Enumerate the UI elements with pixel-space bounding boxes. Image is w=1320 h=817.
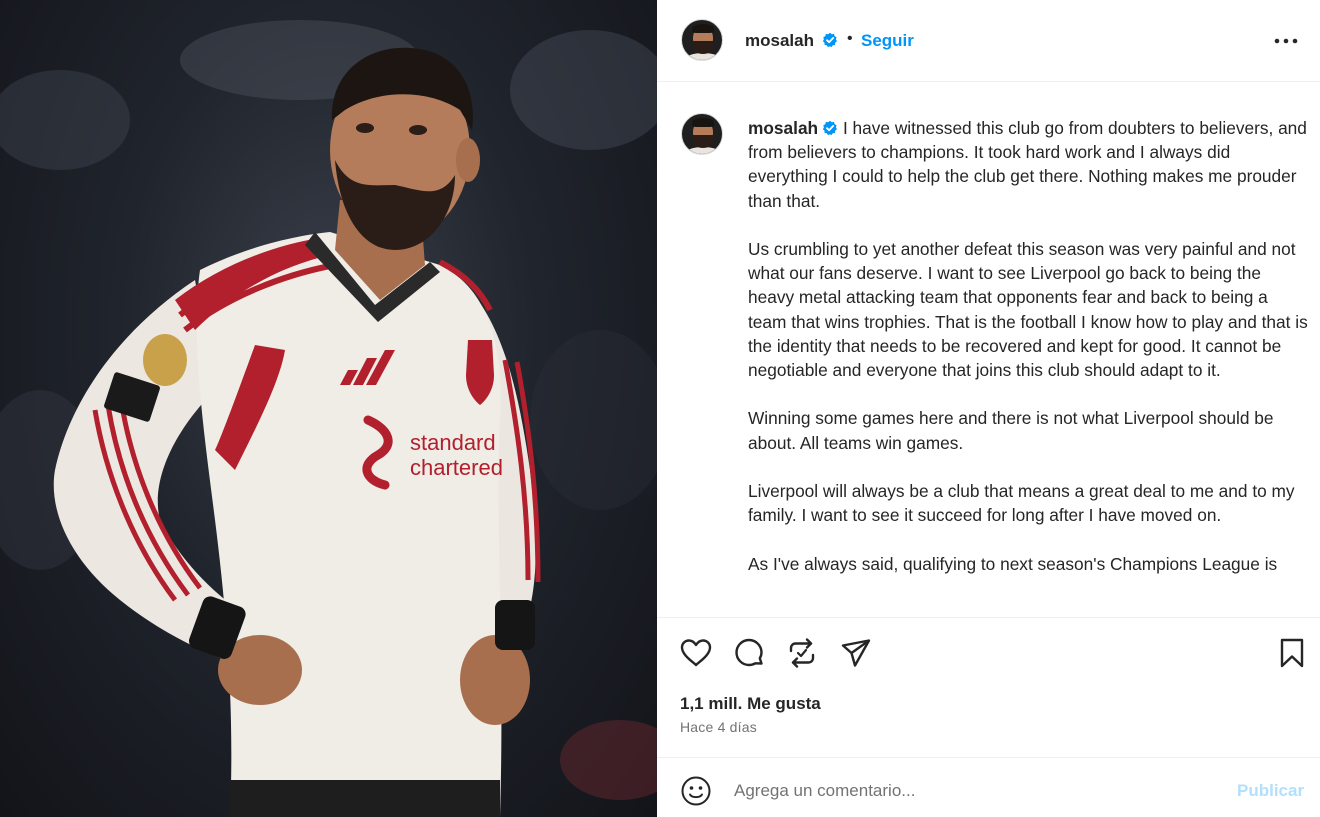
publish-button[interactable]: Publicar bbox=[1237, 781, 1304, 801]
caption-author-avatar[interactable] bbox=[681, 113, 723, 155]
author-avatar[interactable] bbox=[681, 19, 723, 61]
post-panel: mosalah • Seguir mosalah I have witnesse… bbox=[657, 0, 1320, 817]
post-caption: mosalah I have witnessed this club go fr… bbox=[748, 116, 1308, 576]
more-options-icon[interactable] bbox=[1269, 24, 1303, 58]
caption-text: I have witnessed this club go from doubt… bbox=[748, 118, 1308, 574]
post-timestamp[interactable]: Hace 4 días bbox=[680, 719, 757, 735]
follow-button[interactable]: Seguir bbox=[861, 31, 914, 51]
author-username[interactable]: mosalah bbox=[745, 31, 814, 50]
likes-count[interactable]: 1,1 mill. Me gusta bbox=[680, 694, 821, 714]
repost-icon[interactable] bbox=[785, 636, 819, 670]
bookmark-icon[interactable] bbox=[1275, 636, 1309, 670]
post-actions: 1,1 mill. Me gusta Hace 4 días bbox=[657, 617, 1320, 757]
post-header: mosalah • Seguir bbox=[657, 0, 1320, 82]
comment-bar: Publicar bbox=[657, 757, 1320, 817]
author-username-link[interactable]: mosalah bbox=[745, 31, 838, 51]
share-icon[interactable] bbox=[839, 636, 873, 670]
verified-badge-icon bbox=[823, 32, 838, 48]
verified-badge-icon bbox=[823, 120, 838, 136]
separator-dot: • bbox=[847, 30, 853, 47]
heart-icon[interactable] bbox=[679, 636, 713, 670]
caption-area: mosalah I have witnessed this club go fr… bbox=[657, 83, 1320, 616]
comment-input[interactable] bbox=[734, 778, 1204, 804]
shirt-sponsor-line1: standard bbox=[410, 430, 496, 455]
comment-icon[interactable] bbox=[732, 636, 766, 670]
emoji-icon[interactable] bbox=[680, 775, 712, 807]
post-photo: standard chartered bbox=[0, 0, 657, 817]
player-illustration: standard chartered bbox=[0, 20, 657, 817]
shirt-sponsor-line2: chartered bbox=[410, 455, 503, 480]
caption-username[interactable]: mosalah bbox=[748, 118, 818, 138]
